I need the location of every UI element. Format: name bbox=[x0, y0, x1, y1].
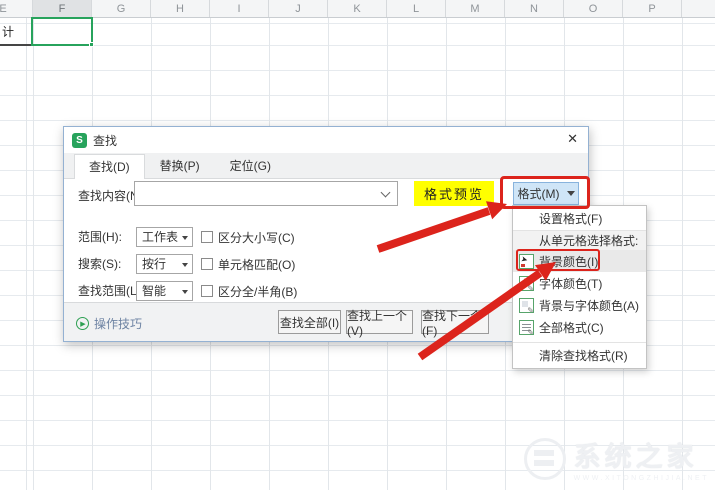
find-dialog: S 查找 ✕ 查找(D) 替换(P) 定位(G) 查找内容(N): 格式预览 格… bbox=[63, 126, 589, 342]
dropdown-arrow-icon bbox=[182, 236, 188, 240]
column-header[interactable]: N bbox=[505, 0, 564, 17]
find-next-button[interactable]: 查找下一个(F) bbox=[421, 310, 489, 334]
all-format-icon bbox=[519, 320, 534, 335]
column-header[interactable]: H bbox=[151, 0, 210, 17]
dialog-footer: ▶ 操作技巧 查找全部(I) 查找上一个(V) 查找下一个(F) bbox=[64, 302, 588, 341]
column-header[interactable]: L bbox=[387, 0, 446, 17]
dialog-tabstrip: 查找(D) 替换(P) 定位(G) bbox=[64, 153, 588, 179]
column-header[interactable]: K bbox=[328, 0, 387, 17]
column-header[interactable]: I bbox=[210, 0, 269, 17]
search-dropdown[interactable]: 按行 bbox=[136, 254, 193, 274]
column-header-row: E F G H I J K L M N O P Q bbox=[0, 0, 715, 18]
match-cell-checkbox[interactable]: 单元格匹配(O) bbox=[201, 254, 295, 274]
scope-dropdown[interactable]: 工作表 bbox=[136, 227, 193, 247]
tab-find[interactable]: 查找(D) bbox=[74, 154, 145, 179]
column-header[interactable]: Q bbox=[682, 0, 715, 17]
menu-item-background-color[interactable]: 背景颜色(I) bbox=[513, 250, 646, 272]
wps-spreadsheet-screen: E F G H I J K L M N O P Q 计 系统之家 WWW.XIT… bbox=[0, 0, 715, 490]
wps-spreadsheet-icon: S bbox=[72, 133, 87, 148]
find-all-button[interactable]: 查找全部(I) bbox=[278, 310, 341, 334]
tab-goto[interactable]: 定位(G) bbox=[215, 153, 286, 178]
font-color-icon bbox=[519, 276, 534, 291]
dropdown-arrow-icon bbox=[182, 290, 188, 294]
cell-e1[interactable]: 计 bbox=[0, 18, 33, 46]
background-color-icon bbox=[519, 254, 534, 269]
column-header[interactable]: G bbox=[92, 0, 151, 17]
checkbox-icon[interactable] bbox=[201, 231, 213, 243]
format-button[interactable]: 格式(M) bbox=[513, 182, 579, 205]
menu-header-pick-from-cell: 从单元格选择格式: bbox=[513, 231, 646, 250]
lookin-label: 查找范围(L): bbox=[78, 281, 144, 301]
find-combobox bbox=[134, 181, 398, 206]
tips-link[interactable]: ▶ 操作技巧 bbox=[76, 315, 142, 332]
dialog-titlebar[interactable]: S 查找 ✕ bbox=[64, 127, 588, 153]
tab-replace[interactable]: 替换(P) bbox=[145, 153, 215, 178]
column-header-selected[interactable]: F bbox=[33, 0, 92, 17]
dialog-title: 查找 bbox=[93, 132, 117, 149]
menu-item-bg-and-font-color[interactable]: 背景与字体颜色(A) bbox=[513, 294, 646, 316]
search-label: 搜索(S): bbox=[78, 254, 121, 274]
menu-item-all-format[interactable]: 全部格式(C) bbox=[513, 316, 646, 339]
checkbox-icon[interactable] bbox=[201, 285, 213, 297]
find-input[interactable] bbox=[135, 182, 397, 205]
find-previous-button[interactable]: 查找上一个(V) bbox=[346, 310, 413, 334]
bg-and-font-color-icon bbox=[519, 298, 534, 313]
play-icon: ▶ bbox=[76, 317, 89, 330]
selected-cell-f1[interactable] bbox=[31, 17, 93, 46]
dropdown-arrow-icon bbox=[567, 191, 575, 196]
close-icon[interactable]: ✕ bbox=[567, 131, 578, 147]
column-header[interactable]: M bbox=[446, 0, 505, 17]
dropdown-arrow-icon bbox=[182, 263, 188, 267]
format-preview-highlight: 格式预览 bbox=[414, 181, 494, 206]
column-header[interactable]: E bbox=[0, 0, 33, 17]
format-dropdown-menu: 设置格式(F) 从单元格选择格式: 背景颜色(I) 字体颜色(T) 背景与字体颜… bbox=[512, 205, 647, 369]
format-button-label: 格式(M) bbox=[518, 185, 560, 202]
selection-fill-handle[interactable] bbox=[89, 42, 94, 47]
column-header[interactable]: P bbox=[623, 0, 682, 17]
match-fullwidth-checkbox[interactable]: 区分全/半角(B) bbox=[201, 281, 297, 301]
menu-item-font-color[interactable]: 字体颜色(T) bbox=[513, 272, 646, 294]
lookin-dropdown[interactable]: 智能 bbox=[136, 281, 193, 301]
column-header[interactable]: O bbox=[564, 0, 623, 17]
menu-item-clear-find-format[interactable]: 清除查找格式(R) bbox=[513, 343, 646, 368]
column-header[interactable]: J bbox=[269, 0, 328, 17]
scope-label: 范围(H): bbox=[78, 227, 122, 247]
match-case-checkbox[interactable]: 区分大小写(C) bbox=[201, 227, 295, 247]
checkbox-icon[interactable] bbox=[201, 258, 213, 270]
menu-item-set-format[interactable]: 设置格式(F) bbox=[513, 206, 646, 230]
